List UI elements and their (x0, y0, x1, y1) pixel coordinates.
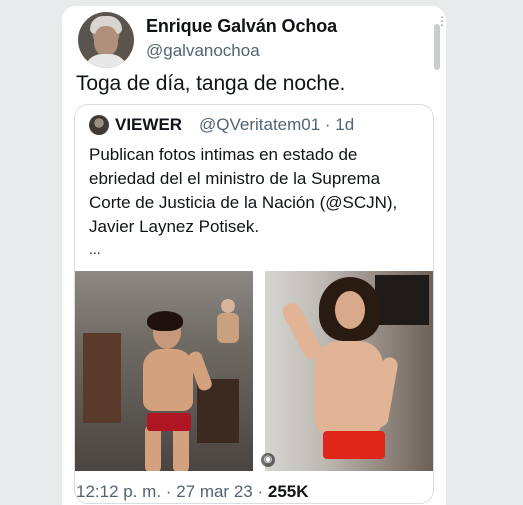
quoted-author-name[interactable]: VIEWER (115, 115, 182, 135)
quoted-author-avatar[interactable] (89, 115, 109, 135)
person-left-torso (143, 349, 193, 411)
tweet-date[interactable]: 27 mar 23 (176, 482, 253, 501)
tweet-metadata: 12:12 p. m. · 27 mar 23 · 255K (76, 482, 309, 502)
doll-head (221, 299, 235, 313)
person-left-leg-1 (145, 425, 161, 471)
tweet-card[interactable]: Enrique Galván Ochoa @galvanochoa ⋮ Toga… (62, 6, 446, 505)
meta-separator: · (257, 482, 268, 501)
briefs-left (147, 413, 191, 431)
quoted-tweet-ellipsis: ... (89, 241, 101, 257)
door (83, 333, 121, 423)
briefs-right (323, 431, 385, 459)
doll-body (217, 313, 239, 343)
person-left-leg-2 (173, 425, 189, 471)
author-avatar[interactable] (78, 12, 134, 68)
author-handle[interactable]: @galvanochoa (146, 41, 260, 61)
more-options-icon[interactable]: ⋮ (436, 15, 446, 36)
view-count[interactable]: 255K (268, 482, 309, 501)
avatar-shirt (84, 54, 128, 68)
quoted-photo-left[interactable] (75, 271, 253, 471)
quoted-author-handle-time[interactable]: @QVeritatem01 · 1d (199, 115, 354, 135)
poster (375, 275, 429, 325)
person-right-face (335, 291, 365, 329)
tweet-text: Toga de día, tanga de noche. (76, 72, 346, 95)
meta-separator: · (165, 482, 177, 501)
gif-badge-icon[interactable]: ◉ (261, 453, 275, 467)
quoted-photo-right[interactable] (265, 271, 433, 471)
avatar-face (94, 26, 118, 56)
author-display-name[interactable]: Enrique Galván Ochoa (146, 16, 337, 37)
tweet-header: Enrique Galván Ochoa @galvanochoa (78, 12, 418, 68)
quoted-tweet-text: Publican fotos intimas en estado de ebri… (89, 145, 398, 236)
quoted-tweet[interactable]: VIEWER @QVeritatem01 · 1d Publican fotos… (74, 104, 434, 504)
person-left-hair (147, 311, 183, 331)
tweet-time[interactable]: 12:12 p. m. (76, 482, 161, 501)
person-right-arm-raised (279, 300, 325, 362)
